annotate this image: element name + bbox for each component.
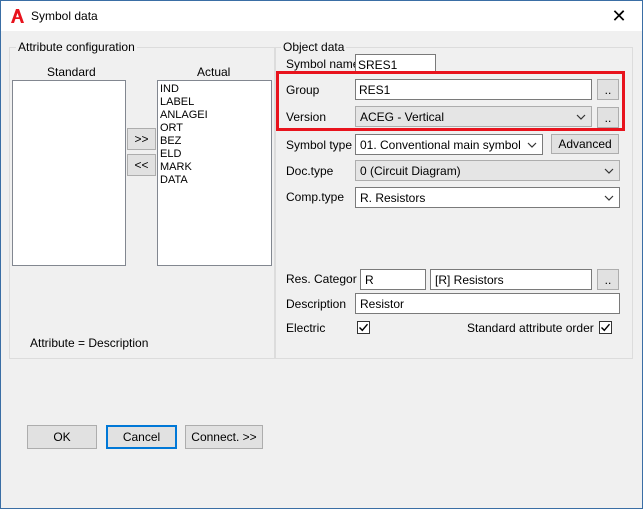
symbol-data-dialog: Symbol data ✕ Attribute configuration St… xyxy=(0,0,643,509)
chevron-down-icon xyxy=(604,195,614,201)
checkmark-icon xyxy=(601,323,611,332)
description-label: Description xyxy=(286,297,347,311)
symbol-type-label: Symbol type xyxy=(286,138,353,152)
comp-type-value: R. Resistors xyxy=(360,191,426,205)
attribute-footer-text: Attribute = Description xyxy=(30,336,149,350)
electric-label: Electric xyxy=(286,321,326,335)
remove-attribute-button[interactable]: << xyxy=(127,154,156,176)
list-item[interactable]: ORT xyxy=(160,122,269,135)
object-data-title: Object data xyxy=(281,40,347,54)
chevron-down-icon xyxy=(604,168,614,174)
autocad-app-icon xyxy=(11,9,24,23)
res-categ-name-field[interactable]: [R] Resistors xyxy=(430,269,592,290)
doc-type-label: Doc.type xyxy=(286,164,334,178)
connect-button[interactable]: Connect. >> xyxy=(185,425,263,449)
checkmark-icon xyxy=(359,323,369,332)
list-item[interactable]: ANLAGEI xyxy=(160,109,269,122)
chevron-down-icon xyxy=(527,142,537,148)
title-bar: Symbol data ✕ xyxy=(1,1,642,31)
list-item[interactable]: BEZ xyxy=(160,135,269,148)
comp-type-dropdown[interactable]: R. Resistors xyxy=(355,187,620,208)
list-item[interactable]: DATA xyxy=(160,174,269,187)
window-title: Symbol data xyxy=(31,9,98,23)
standard-label: Standard xyxy=(47,65,96,79)
actual-label: Actual xyxy=(197,65,231,79)
close-button[interactable]: ✕ xyxy=(596,1,642,31)
list-item[interactable]: ELD xyxy=(160,148,269,161)
dialog-body: Attribute configuration Standard Actual … xyxy=(1,31,642,508)
comp-type-label: Comp.type xyxy=(286,190,345,204)
attribute-config-title: Attribute configuration xyxy=(16,40,137,54)
doc-type-value: 0 (Circuit Diagram) xyxy=(360,164,461,178)
list-item[interactable]: MARK xyxy=(160,161,269,174)
electric-checkbox[interactable] xyxy=(357,321,370,334)
cancel-button[interactable]: Cancel xyxy=(106,425,177,449)
symbol-name-label: Symbol name xyxy=(286,57,360,71)
standard-attr-order-checkbox[interactable] xyxy=(599,321,612,334)
actual-attributes-list[interactable]: IND LABEL ANLAGEI ORT BEZ ELD MARK DATA xyxy=(157,80,272,266)
doc-type-dropdown[interactable]: 0 (Circuit Diagram) xyxy=(355,160,620,181)
symbol-type-dropdown[interactable]: 01. Conventional main symbol xyxy=(355,134,543,155)
advanced-button[interactable]: Advanced xyxy=(551,134,619,154)
symbol-type-value: 01. Conventional main symbol xyxy=(360,138,521,152)
standard-attributes-list[interactable] xyxy=(12,80,126,266)
standard-attr-order-label: Standard attribute order xyxy=(467,321,594,335)
res-categ-browse-button[interactable]: .. xyxy=(597,269,619,290)
res-categ-code-field[interactable]: R xyxy=(360,269,426,290)
group-version-highlight xyxy=(276,71,625,131)
add-attribute-button[interactable]: >> xyxy=(127,128,156,150)
ok-button[interactable]: OK xyxy=(27,425,97,449)
close-icon: ✕ xyxy=(611,5,627,27)
list-item[interactable]: LABEL xyxy=(160,96,269,109)
res-categ-label: Res. Categor xyxy=(286,272,357,286)
list-item[interactable]: IND xyxy=(160,83,269,96)
description-field[interactable]: Resistor xyxy=(355,293,620,314)
